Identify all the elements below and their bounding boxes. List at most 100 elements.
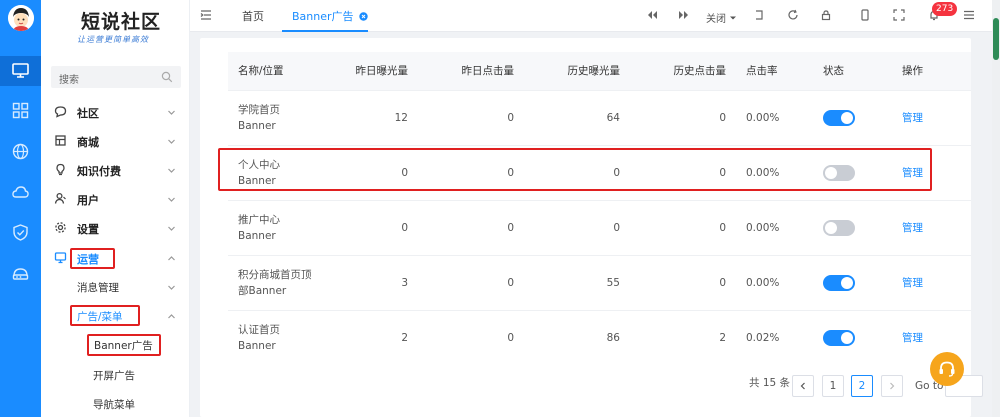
cell-yesterday-exposure: 12 [340,89,418,145]
column-header: 操作 [892,52,971,90]
cell-name: 认证首页 Banner [228,309,340,365]
sidebar-item-operations[interactable]: 运营 [41,247,189,269]
cell-yesterday-clicks: 0 [418,89,524,145]
logo: 短说社区 [81,11,162,33]
scroll-right-icon[interactable] [678,9,690,21]
search-icon[interactable] [161,71,173,83]
sidebar: 短说社区 让运营更简单高效 搜索 社区 商城 知识付费 用户 设置 运营 消息管… [41,0,190,417]
manage-link[interactable]: 管理 [902,112,923,124]
cell-action: 管理 [892,199,971,255]
gear-icon [54,221,67,234]
exit-icon[interactable] [753,9,765,21]
cloud-icon[interactable] [11,183,30,202]
customer-service-button[interactable] [930,352,964,386]
avatar[interactable] [8,5,34,31]
sidebar-item-nav-menu[interactable]: 导航菜单 [41,393,189,415]
cell-history-exposure: 55 [524,254,630,310]
fullscreen-icon[interactable] [893,9,905,21]
close-tabs-dropdown[interactable]: 关闭 [706,10,737,25]
sidebar-item-label: 知识付费 [77,165,121,178]
manage-link[interactable]: 管理 [902,277,923,289]
scroll-left-icon[interactable] [646,9,658,21]
sidebar-item-settings[interactable]: 设置 [41,217,189,239]
page-button[interactable]: 1 [822,375,844,397]
cell-yesterday-clicks: 0 [418,309,524,365]
sidebar-item-label: 用户 [77,194,99,207]
lock-icon[interactable] [820,9,832,21]
status-toggle[interactable] [823,274,855,291]
cell-ctr: 0.00% [736,254,813,310]
manage-link[interactable]: 管理 [902,222,923,234]
toggle-knob [841,276,853,289]
status-toggle[interactable] [823,109,855,126]
menu-icon[interactable] [963,9,975,21]
toggle-knob [841,111,853,124]
banner-position: Banner [238,339,276,352]
cell-action: 管理 [892,254,971,310]
user-icon [54,192,67,205]
banner-position: Banner [238,119,276,132]
cell-status [813,89,892,145]
cell-name: 学院首页 Banner [228,89,340,145]
headset-icon [937,359,957,382]
cell-history-clicks: 0 [630,254,736,310]
store-icon [54,134,67,147]
sidebar-item-users[interactable]: 用户 [41,188,189,210]
prev-page-button[interactable] [792,375,814,397]
highlight-box-personal-center-row [218,148,932,191]
router-icon[interactable] [11,264,30,283]
cell-ctr: 0.00% [736,89,813,145]
chevron-down-icon [167,194,176,203]
cell-yesterday-exposure: 0 [340,199,418,255]
highlight-box-banner-ads [87,334,161,356]
sidebar-item-store[interactable]: 商城 [41,130,189,152]
tab-banner-ads[interactable]: Banner广告 [292,8,368,24]
toggle-knob [841,331,853,344]
vertical-scrollbar[interactable] [992,0,1000,417]
bulb-icon [54,163,67,176]
column-header: 昨日曝光量 [340,52,418,90]
collapse-menu-icon[interactable] [200,9,212,21]
next-page-button[interactable] [881,375,903,397]
globe-icon[interactable] [11,142,30,161]
column-header: 状态 [813,52,892,90]
main-content: 名称/位置 昨日曝光量 昨日点击量 历史曝光量 历史点击量 点击率 状态 操作 … [190,32,990,417]
highlight-box-operations [70,248,115,269]
sidebar-item-community[interactable]: 社区 [41,101,189,123]
page-button-current[interactable]: 2 [851,375,873,397]
cell-yesterday-clicks: 0 [418,199,524,255]
chevron-up-icon [167,311,176,320]
caret-down-icon [729,14,737,25]
table-row: 认证首页 Banner 2 0 86 2 0.02% 管理 [228,309,971,365]
chevron-down-icon [167,165,176,174]
mobile-icon[interactable] [859,9,871,21]
table-row: 推广中心 Banner 0 0 0 0 0.00% 管理 [228,199,971,255]
manage-link[interactable]: 管理 [902,332,923,344]
cell-yesterday-exposure: 3 [340,254,418,310]
cell-ctr: 0.02% [736,309,813,365]
table-header-row: 名称/位置 昨日曝光量 昨日点击量 历史曝光量 历史点击量 点击率 状态 操作 [228,52,971,90]
status-toggle[interactable] [823,329,855,346]
shield-icon[interactable] [11,223,30,242]
banner-position: Banner [238,229,276,242]
cell-status [813,254,892,310]
status-toggle[interactable] [823,219,855,236]
table-card: 名称/位置 昨日曝光量 昨日点击量 历史曝光量 历史点击量 点击率 状态 操作 … [200,38,983,417]
search-placeholder: 搜索 [59,75,79,86]
cell-yesterday-exposure: 2 [340,309,418,365]
sidebar-item-knowledge[interactable]: 知识付费 [41,159,189,181]
search-input[interactable]: 搜索 [51,66,181,88]
scrollbar-thumb[interactable] [993,18,999,60]
refresh-icon[interactable] [787,9,799,21]
monitor-icon[interactable] [11,61,30,80]
sidebar-item-splash-ads[interactable]: 开屏广告 [41,364,189,386]
tab-close-icon[interactable] [359,11,368,24]
notification-badge: 273 [932,2,958,16]
tab-home[interactable]: 首页 [242,8,264,24]
banner-position: 部Banner [238,284,287,297]
cell-ctr: 0.00% [736,199,813,255]
cell-name: 推广中心 Banner [228,199,340,255]
cell-name: 积分商城首页顶 部Banner [228,254,340,310]
sidebar-item-message-management[interactable]: 消息管理 [41,276,189,298]
grid-icon[interactable] [11,101,30,120]
